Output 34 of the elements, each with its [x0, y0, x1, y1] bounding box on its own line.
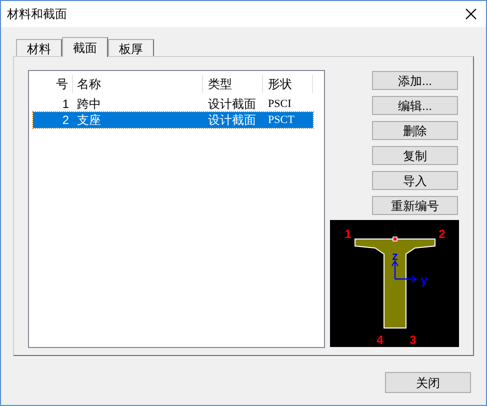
action-button[interactable]: 导入 [372, 171, 458, 190]
table-cell-text: 设计截面 [207, 96, 257, 113]
table-row[interactable]: 1 跨中 设计截面 PSCI [33, 96, 313, 112]
close-button[interactable]: 关闭 [385, 372, 471, 393]
window-title: 材料和截面 [7, 6, 67, 23]
point-label: 2 [438, 227, 446, 241]
action-button[interactable]: 重新编号 [372, 196, 458, 215]
table-cell-text: PSCT [267, 112, 296, 128]
table-cell-text: 支座 [76, 112, 102, 129]
table-cell-text: 2 [61, 112, 70, 129]
column-header[interactable]: 形状 [263, 75, 313, 93]
axis-label: z [392, 249, 398, 263]
action-button[interactable]: 复制 [372, 146, 458, 165]
table-cell-text: PSCI [267, 96, 292, 112]
action-button[interactable]: 删除 [372, 121, 458, 140]
close-icon[interactable] [464, 7, 478, 21]
axis-arrow-icon [391, 260, 417, 283]
table-cell-text: 设计截面 [207, 112, 257, 129]
column-header[interactable]: 号 [33, 75, 73, 93]
column-header[interactable]: 类型 [203, 75, 263, 93]
point-label: 1 [344, 227, 352, 241]
column-header[interactable]: 名称 [73, 75, 203, 93]
tab[interactable]: 材料 [16, 39, 62, 56]
tab[interactable]: 截面 [62, 37, 108, 57]
axis-label: y [420, 273, 428, 287]
point-label: 4 [376, 333, 384, 347]
action-button[interactable]: 编辑... [372, 96, 458, 115]
table-cell-text: 1 [61, 96, 70, 113]
table-cell-text: 跨中 [76, 96, 102, 113]
point-marker-icon [392, 236, 398, 242]
action-button[interactable]: 添加... [372, 71, 458, 90]
table-row[interactable]: 2 支座 设计截面 PSCT [33, 112, 313, 128]
point-label: 3 [410, 333, 416, 347]
tab[interactable]: 板厚 [108, 39, 154, 56]
